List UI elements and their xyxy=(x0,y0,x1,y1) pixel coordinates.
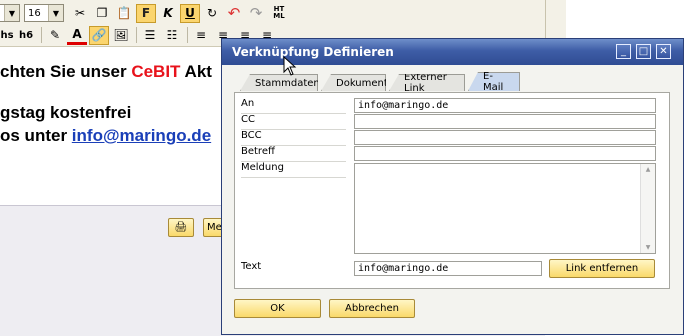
heading-hs-button[interactable]: hs xyxy=(0,26,14,45)
text-label: Text xyxy=(241,261,262,272)
bullet-list-icon[interactable]: ☷ xyxy=(162,26,182,45)
highlighter-icon[interactable]: ✎ xyxy=(45,26,65,45)
maximize-icon[interactable]: □ xyxy=(636,44,651,59)
tab-e-mail[interactable]: E-Mail xyxy=(468,72,520,91)
bcc-label: BCC xyxy=(241,130,346,146)
link-icon[interactable]: 🔗 xyxy=(89,25,109,45)
editor-link[interactable]: info@maringo.de xyxy=(72,126,211,145)
toolbar-separator xyxy=(187,27,188,43)
copy-icon[interactable]: ❐ xyxy=(92,4,112,23)
chevron-down-icon: ▼ xyxy=(4,5,19,21)
betreff-label: Betreff xyxy=(241,146,346,162)
toolbar-row-1: ▼ 16 ▼ ✂ ❐ 📋 F K U ↻ ↶ ↷ HT ML xyxy=(0,2,292,24)
heading-h6-button[interactable]: h6 xyxy=(16,26,36,45)
cancel-button[interactable]: Abbrechen xyxy=(329,299,415,318)
chevron-down-icon: ▼ xyxy=(48,5,63,21)
betreff-field[interactable] xyxy=(354,146,656,161)
meldung-value xyxy=(355,166,358,177)
meldung-scrollbar[interactable]: ▲ ▼ xyxy=(640,164,655,253)
close-icon[interactable]: ✕ xyxy=(656,44,671,59)
editor-text: os unter xyxy=(0,126,72,145)
redo-icon[interactable]: ↷ xyxy=(246,4,266,23)
editor-line-1: chten Sie unser CeBIT Akt xyxy=(0,62,212,82)
remove-link-button[interactable]: Link entfernen xyxy=(549,259,655,278)
an-label: An xyxy=(241,98,346,114)
toolbar-separator xyxy=(41,27,42,43)
meldung-field[interactable]: ▲ ▼ xyxy=(354,163,656,254)
dialog-title: Verknüpfung Definieren xyxy=(232,45,394,59)
refresh-icon[interactable]: ↻ xyxy=(202,4,222,23)
numbered-list-icon[interactable]: ☰ xyxy=(140,26,160,45)
paste-icon[interactable]: 📋 xyxy=(114,4,134,23)
link-dialog: Verknüpfung Definieren _ □ ✕ Stammdaten … xyxy=(221,38,684,335)
underline-button[interactable]: U xyxy=(180,3,200,23)
editor-highlight-text: CeBIT xyxy=(131,62,181,81)
mouse-pointer-icon xyxy=(283,56,297,76)
tab-dokument[interactable]: Dokument xyxy=(321,74,386,91)
preview-icon[interactable]: 🖨 xyxy=(168,218,194,237)
scroll-down-icon[interactable]: ▼ xyxy=(641,244,655,251)
meldung-label: Meldung xyxy=(241,162,346,178)
undo-icon[interactable]: ↶ xyxy=(224,4,244,23)
bcc-field[interactable] xyxy=(354,130,656,145)
image-icon[interactable]: 🖼 xyxy=(111,26,131,45)
cc-field[interactable] xyxy=(354,114,656,129)
ok-button[interactable]: OK xyxy=(234,299,321,318)
editor-text: Akt xyxy=(180,62,212,81)
scroll-up-icon[interactable]: ▲ xyxy=(641,166,655,173)
tab-stammdaten[interactable]: Stammdaten xyxy=(240,74,318,91)
font-color-icon[interactable]: A xyxy=(67,26,87,45)
an-field[interactable]: info@maringo.de xyxy=(354,98,656,113)
editor-line-3: os unter info@maringo.de xyxy=(0,126,211,146)
align-left-icon[interactable]: ≡ xyxy=(191,26,211,45)
html-source-button[interactable]: HT ML xyxy=(268,4,290,23)
font-size-value: 16 xyxy=(28,7,41,19)
editor-line-2: gstag kostenfrei xyxy=(0,103,132,122)
editor-text: chten Sie unser xyxy=(0,62,132,81)
font-name-combo[interactable]: ▼ xyxy=(0,4,20,22)
toolbar-separator xyxy=(136,27,137,43)
minimize-icon[interactable]: _ xyxy=(616,44,631,59)
italic-button[interactable]: K xyxy=(158,4,178,23)
font-size-combo[interactable]: 16 ▼ xyxy=(24,4,64,22)
tab-externer-link[interactable]: Externer Link xyxy=(389,74,465,91)
bold-button[interactable]: F xyxy=(136,3,156,23)
text-field[interactable]: info@maringo.de xyxy=(354,261,542,276)
cut-icon[interactable]: ✂ xyxy=(70,4,90,23)
cc-label: CC xyxy=(241,114,346,130)
